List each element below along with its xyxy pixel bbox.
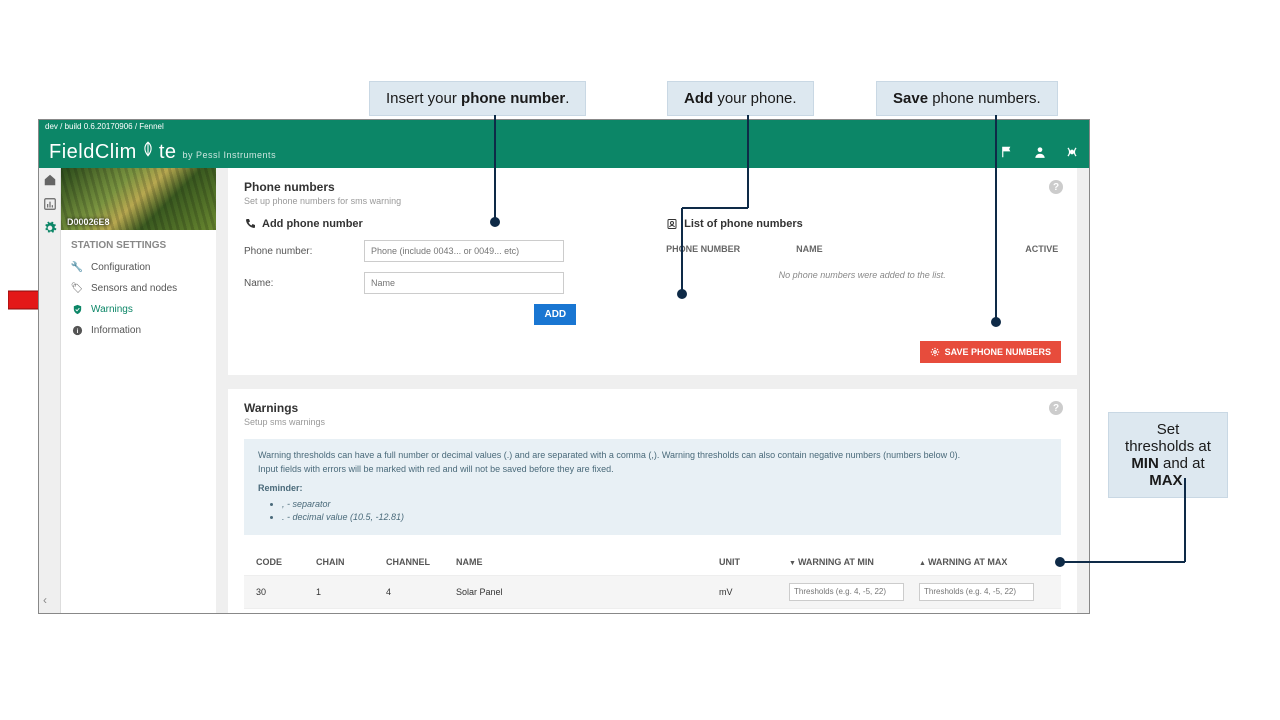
callout-thresholds: Set thresholds at MIN and at MAX. — [1108, 412, 1228, 498]
app-window: dev / build 0.6.20170906 / Fennel FieldC… — [38, 119, 1090, 614]
info-box: Warning thresholds can have a full numbe… — [244, 439, 1061, 535]
list-empty: No phone numbers were added to the list. — [666, 258, 1058, 292]
gear-icon — [930, 347, 940, 357]
nav-rail: ‹ — [39, 168, 61, 613]
app-header: FieldClim te by Pessl Instruments — [39, 136, 1089, 168]
table-row: 3014Solar PanelmV — [244, 575, 1061, 608]
save-phone-button[interactable]: SAVE PHONE NUMBERS — [920, 341, 1061, 363]
threshold-max-input[interactable] — [919, 583, 1034, 601]
phone-title: Phone numbers — [244, 180, 1061, 194]
label-phone: Phone number: — [244, 246, 364, 257]
rail-chart-icon[interactable] — [42, 196, 58, 212]
info-icon: i — [71, 325, 83, 336]
col-warning-max[interactable]: ▲WARNING AT MAX — [919, 557, 1049, 567]
phone-input[interactable] — [364, 240, 564, 262]
user-icon[interactable] — [1033, 145, 1047, 159]
sidebar: D00026E8 STATION SETTINGS 🔧Configuration… — [61, 168, 216, 613]
add-phone-header: Add phone number — [244, 218, 636, 230]
logo-leaf-icon — [139, 140, 157, 158]
callout-insert: Insert your phone number. — [369, 81, 586, 116]
help-icon[interactable]: ? — [1049, 401, 1063, 415]
brand-logo: FieldClim te by Pessl Instruments — [49, 140, 276, 164]
svg-text:i: i — [76, 328, 78, 335]
phone-sub: Set up phone numbers for sms warning — [244, 196, 1061, 206]
nav-warnings[interactable]: Warnings — [61, 299, 216, 320]
phone-icon — [244, 218, 256, 230]
sidebar-title: STATION SETTINGS — [61, 230, 216, 257]
list-thead: PHONE NUMBER NAME ACTIVE — [666, 240, 1058, 258]
warnings-title: Warnings — [244, 401, 1061, 415]
rail-collapse-icon[interactable]: ‹ — [43, 593, 47, 607]
rail-settings-icon[interactable] — [42, 220, 58, 236]
broadcast-icon[interactable] — [1065, 145, 1079, 159]
shield-check-icon — [71, 304, 83, 315]
station-id: D00026E8 — [67, 217, 110, 227]
add-button[interactable]: ADD — [534, 304, 576, 325]
nav-sensors[interactable]: 🏷Sensors and nodes — [61, 278, 216, 299]
rail-home-icon[interactable] — [42, 172, 58, 188]
flag-icon[interactable] — [1001, 145, 1015, 159]
main-content: ? Phone numbers Set up phone numbers for… — [216, 168, 1089, 613]
warnings-panel: ? Warnings Setup sms warnings Warning th… — [228, 389, 1077, 613]
callout-add: Add your phone. — [667, 81, 814, 116]
threshold-min-input[interactable] — [789, 583, 904, 601]
wrench-icon: 🔧 — [71, 262, 83, 273]
table-row: 615Precipitationmm — [244, 608, 1061, 614]
list-header: List of phone numbers — [666, 218, 1058, 230]
warnings-table: CODE CHAIN CHANNEL NAME UNIT ▼WARNING AT… — [244, 549, 1061, 614]
contacts-icon — [666, 218, 678, 230]
col-warning-min[interactable]: ▼WARNING AT MIN — [789, 557, 919, 567]
help-icon[interactable]: ? — [1049, 180, 1063, 194]
name-input[interactable] — [364, 272, 564, 294]
phone-panel: ? Phone numbers Set up phone numbers for… — [228, 168, 1077, 375]
build-banner: dev / build 0.6.20170906 / Fennel — [39, 120, 1089, 136]
nav-information[interactable]: iInformation — [61, 320, 216, 341]
warnings-sub: Setup sms warnings — [244, 417, 1061, 427]
callout-save: Save phone numbers. — [876, 81, 1058, 116]
label-name: Name: — [244, 278, 364, 289]
nav-configuration[interactable]: 🔧Configuration — [61, 257, 216, 278]
station-photo: D00026E8 — [61, 168, 216, 230]
tag-icon: 🏷 — [71, 283, 83, 294]
